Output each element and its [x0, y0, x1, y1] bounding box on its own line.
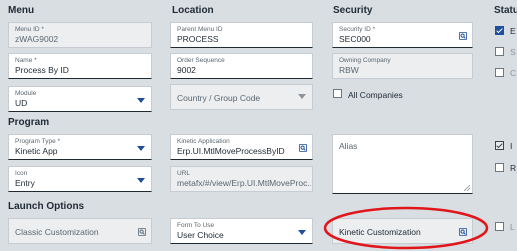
status-checkbox-1-label: E — [510, 26, 516, 36]
owning-company-label: Owning Company — [339, 57, 391, 64]
all-companies-label: All Companies — [348, 90, 403, 100]
status-checkbox-4[interactable] — [495, 141, 504, 150]
icon-label: Icon — [15, 170, 28, 177]
classic-customization-field[interactable]: Classic Customization — [8, 218, 152, 244]
module-value: UD — [15, 98, 28, 108]
status-checkbox-2-label: S — [510, 47, 516, 57]
form-to-use-dropdown[interactable]: Form To Use User Choice — [170, 218, 313, 244]
icon-value: Entry — [15, 178, 35, 188]
module-label: Module — [15, 90, 37, 97]
alias-placeholder: Alias — [339, 141, 358, 151]
status-checkbox-4-label: I — [510, 141, 513, 151]
url-field: URL metafx/#/view/Erp.UI.MtlMoveProc... — [170, 166, 313, 192]
program-type-label: Program Type * — [15, 138, 61, 145]
alias-textarea[interactable]: Alias — [332, 134, 473, 194]
security-id-field[interactable]: Security ID * SEC000 — [332, 22, 473, 48]
status-checkbox-5-label: R — [510, 163, 517, 173]
form-to-use-value: User Choice — [177, 230, 224, 240]
status-checkbox-6-label: L — [510, 222, 515, 232]
order-sequence-label: Order Sequence — [177, 57, 225, 64]
classic-customization-placeholder: Classic Customization — [15, 227, 99, 237]
form-to-use-label: Form To Use — [177, 222, 215, 229]
icon-dropdown[interactable]: Icon Entry — [8, 166, 152, 192]
status-checkbox-2[interactable] — [495, 47, 504, 56]
url-value: metafx/#/view/Erp.UI.MtlMoveProc... — [177, 178, 311, 188]
status-checkbox-1[interactable] — [495, 26, 504, 35]
parent-menu-id-field[interactable]: Parent Menu ID PROCESS — [170, 22, 313, 48]
url-label: URL — [177, 170, 191, 177]
parent-menu-id-label: Parent Menu ID — [177, 26, 223, 33]
name-value: Process By ID — [15, 65, 69, 75]
annotation-ellipse — [323, 206, 489, 250]
status-checkbox-3-label: C — [510, 68, 517, 78]
search-icon[interactable] — [138, 228, 146, 236]
parent-menu-id-value: PROCESS — [177, 34, 219, 44]
resize-handle-icon[interactable] — [464, 185, 470, 191]
status-checkbox-6[interactable] — [495, 222, 504, 231]
kinetic-application-value: Erp.UI.MtlMoveProcessByID — [177, 146, 285, 156]
section-location: Location — [172, 5, 214, 16]
program-type-value: Kinetic App — [15, 146, 58, 156]
module-dropdown[interactable]: Module UD — [8, 86, 152, 112]
kinetic-application-label: Kinetic Application — [177, 138, 230, 145]
chevron-down-icon[interactable] — [137, 98, 145, 103]
chevron-down-icon[interactable] — [298, 94, 306, 99]
menu-id-label: Menu ID * — [15, 26, 44, 33]
owning-company-field: Owning Company RBW — [332, 53, 473, 79]
chevron-down-icon[interactable] — [137, 178, 145, 183]
menu-id-field: Menu ID * zWAG9002 — [8, 22, 152, 48]
order-sequence-field[interactable]: Order Sequence 9002 — [170, 53, 313, 79]
name-field[interactable]: Name * Process By ID — [8, 53, 152, 79]
chevron-down-icon[interactable] — [298, 230, 306, 235]
program-type-dropdown[interactable]: Program Type * Kinetic App — [8, 134, 152, 160]
menu-id-value: zWAG9002 — [15, 34, 59, 44]
status-checkbox-5[interactable] — [495, 163, 504, 172]
kinetic-application-field[interactable]: Kinetic Application Erp.UI.MtlMoveProces… — [170, 134, 313, 160]
section-program: Program — [8, 117, 50, 128]
country-group-code-dropdown[interactable]: Country / Group Code — [170, 84, 313, 110]
all-companies-checkbox[interactable] — [333, 89, 342, 98]
section-security: Security — [333, 5, 373, 16]
name-label: Name * — [15, 57, 37, 64]
security-id-value: SEC000 — [339, 34, 371, 44]
search-icon[interactable] — [459, 32, 467, 40]
section-launch-options: Launch Options — [8, 201, 85, 212]
security-id-label: Security ID * — [339, 26, 376, 33]
section-menu: Menu — [8, 5, 35, 16]
section-status: Status — [494, 5, 517, 16]
owning-company-value: RBW — [339, 65, 359, 75]
status-checkbox-3[interactable] — [495, 68, 504, 77]
search-icon[interactable] — [299, 144, 307, 152]
country-group-code-placeholder: Country / Group Code — [177, 93, 261, 103]
order-sequence-value: 9002 — [177, 65, 196, 75]
chevron-down-icon[interactable] — [137, 146, 145, 151]
